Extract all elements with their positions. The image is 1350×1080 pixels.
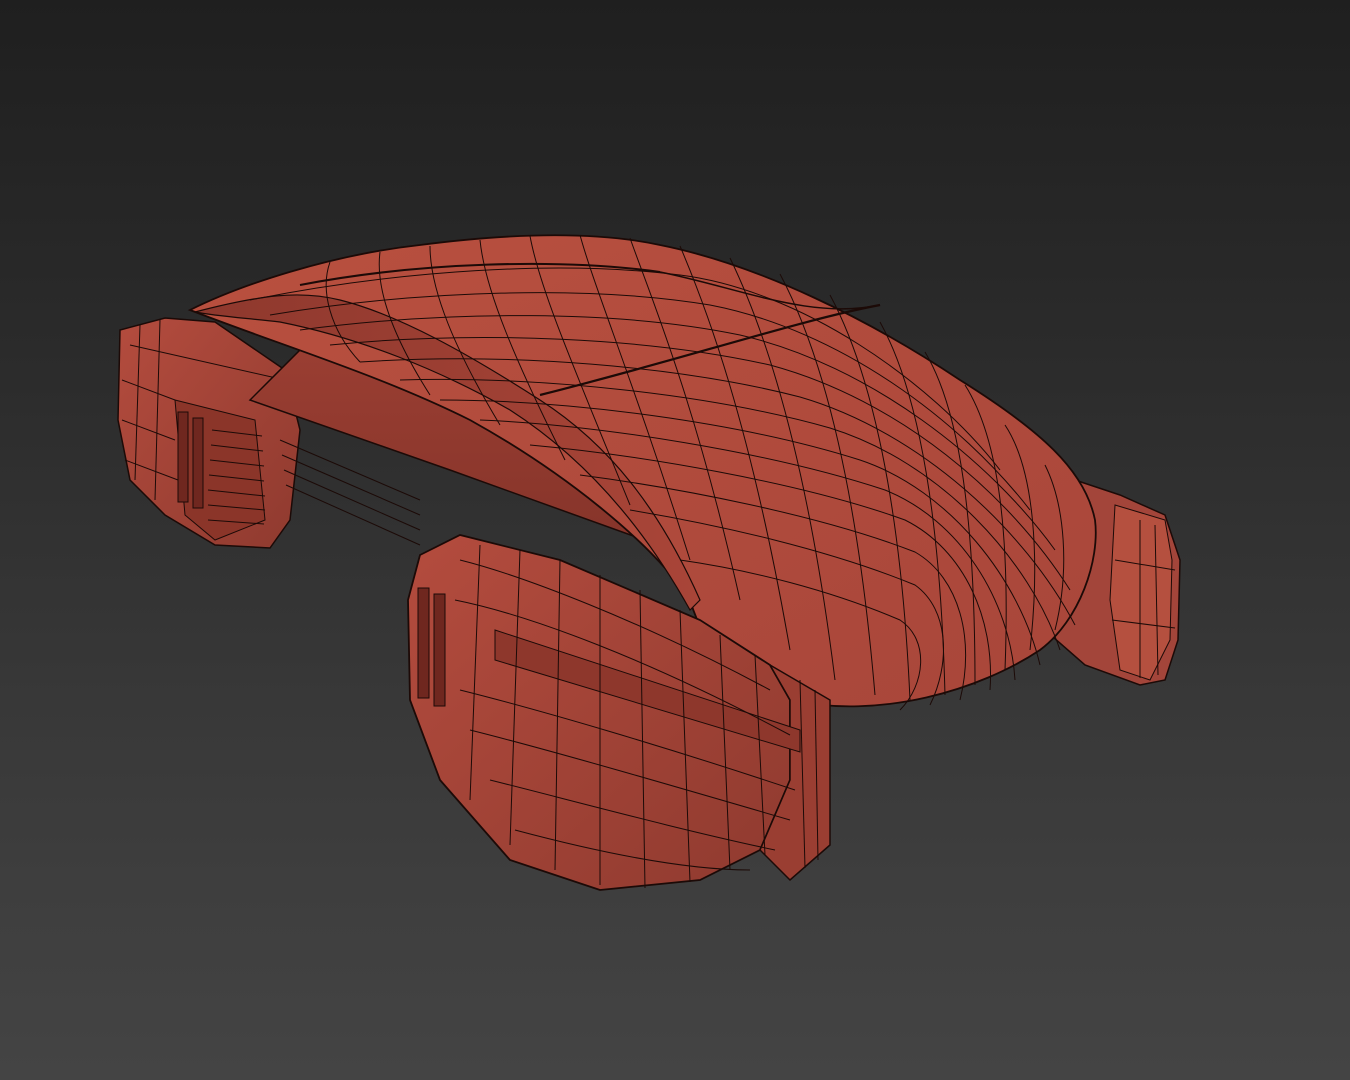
3d-viewport[interactable] [0,0,1350,1080]
left-front-pod[interactable] [117,317,301,549]
scene-canvas[interactable] [0,0,1350,1080]
